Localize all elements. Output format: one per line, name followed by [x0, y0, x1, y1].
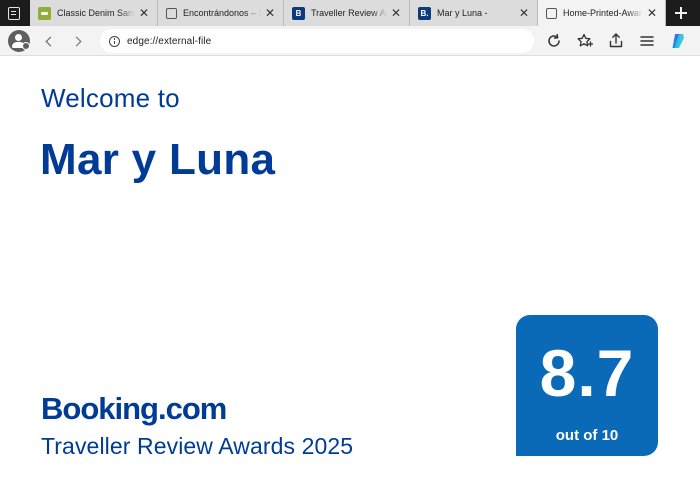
green-logo-icon — [38, 6, 51, 20]
page-icon — [166, 7, 177, 19]
favorites-star-icon[interactable] — [575, 31, 595, 51]
share-icon[interactable] — [606, 31, 626, 51]
tab-encontrandonos[interactable]: Encontrándonos – D ✕ — [158, 0, 284, 26]
booking-b-icon: B — [292, 6, 305, 20]
tab-title: Traveller Review Awards — [311, 8, 387, 18]
close-icon[interactable]: ✕ — [515, 4, 533, 22]
tab-title: Home-Printed-Awards — [563, 8, 643, 18]
close-icon[interactable]: ✕ — [643, 4, 661, 22]
address-bar[interactable]: edge://external-file — [100, 29, 534, 53]
page-content: Welcome to Mar y Luna Booking.com Travel… — [9, 57, 691, 500]
close-icon[interactable]: ✕ — [261, 4, 279, 22]
tab-title: Mar y Luna - — [437, 8, 488, 18]
welcome-heading: Welcome to — [41, 83, 180, 113]
score-badge: 8.7 out of 10 — [516, 315, 658, 456]
tab-strip: Classic Denim Sandals ✕ Encontrándonos –… — [0, 0, 700, 26]
profile-avatar-icon[interactable] — [8, 30, 30, 52]
tab-mar-y-luna[interactable]: B. Mar y Luna - ✕ — [410, 0, 538, 26]
tab-title: Classic Denim Sandals — [57, 8, 135, 18]
url-text: edge://external-file — [127, 35, 212, 47]
back-button[interactable] — [41, 33, 57, 49]
forward-button[interactable] — [70, 33, 86, 49]
close-icon[interactable]: ✕ — [135, 4, 153, 22]
booking-b-icon: B. — [418, 6, 431, 20]
browser-toolbar: edge://external-file — [0, 26, 700, 56]
new-tab-plus-icon[interactable] — [668, 2, 694, 24]
info-icon[interactable] — [109, 35, 120, 47]
tab-title: Encontrándonos – D — [183, 8, 261, 18]
award-title: Traveller Review Awards 2025 — [41, 433, 354, 459]
refresh-icon[interactable] — [544, 31, 564, 51]
tab-home-printed-awards[interactable]: Home-Printed-Awards ✕ — [538, 0, 666, 26]
tab-actions-icon[interactable] — [4, 4, 24, 22]
chevron-left-icon — [45, 36, 56, 46]
copilot-icon[interactable] — [668, 31, 688, 51]
hotel-name-title: Mar y Luna — [40, 135, 276, 184]
menu-hamburger-icon[interactable] — [637, 31, 657, 51]
booking-logo: Booking.com — [41, 391, 227, 426]
score-value: 8.7 — [539, 336, 635, 410]
score-scale: out of 10 — [555, 427, 619, 444]
close-icon[interactable]: ✕ — [387, 4, 405, 22]
tab-traveller-review[interactable]: B Traveller Review Awards ✕ — [284, 0, 410, 26]
tab-classic-denim[interactable]: Classic Denim Sandals ✕ — [30, 0, 158, 26]
chevron-right-icon — [71, 36, 82, 46]
page-icon — [546, 7, 557, 19]
